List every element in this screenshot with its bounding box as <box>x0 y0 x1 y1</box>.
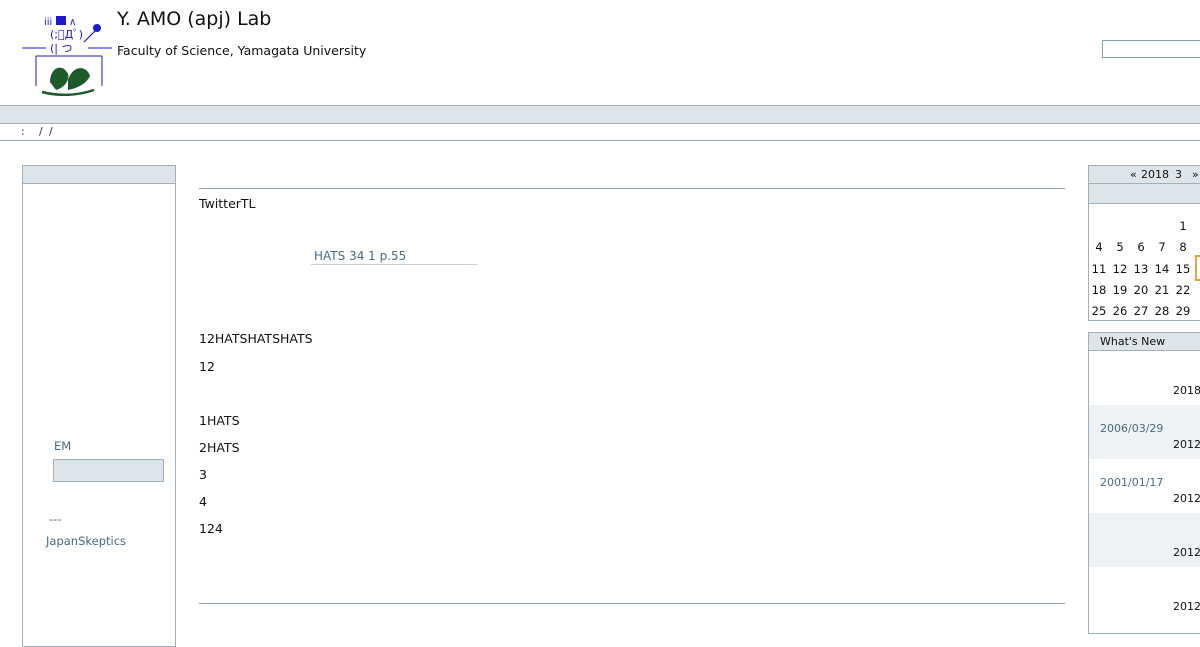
separator-text: --- <box>49 512 62 526</box>
content-top-rule <box>199 188 1065 189</box>
calendar-day[interactable]: 13 <box>1131 262 1151 276</box>
calendar-year: 2018 <box>1141 168 1169 181</box>
content-bottom-rule <box>199 603 1065 604</box>
logo-text-3: (;ﾟДﾟ) <box>50 28 83 41</box>
nav-bar <box>0 105 1200 124</box>
calendar-day[interactable]: 5 <box>1110 240 1130 254</box>
calendar-day[interactable]: 25 <box>1089 304 1109 318</box>
calendar-next-button[interactable]: » <box>1192 168 1199 181</box>
calendar-day[interactable]: 1 <box>1173 219 1193 233</box>
em-label[interactable]: EM <box>54 439 71 453</box>
calendar: « 2018 3 » 1 4 5 6 7 8 11 12 13 14 15 18 19 20 21 22 25 2… <box>1088 165 1200 321</box>
calendar-day[interactable]: 28 <box>1152 304 1172 318</box>
site-subtitle: Faculty of Science, Yamagata University <box>117 43 367 58</box>
citation-link[interactable]: HATS 34 1 p.55 <box>311 249 477 265</box>
breadcrumb-sep: / <box>49 125 53 138</box>
whats-new-year: 2018 <box>1173 384 1200 397</box>
calendar-day[interactable]: 15 <box>1173 262 1193 276</box>
calendar-today-marker <box>1195 255 1200 281</box>
calendar-header: « 2018 3 » <box>1089 166 1200 184</box>
whats-new-year: 2012 <box>1173 600 1200 613</box>
calendar-day[interactable]: 19 <box>1110 283 1130 297</box>
search-input[interactable] <box>1102 40 1200 58</box>
whats-new-title: What's New <box>1100 335 1166 348</box>
whats-new-item[interactable]: 2001/01/17 2012 <box>1089 459 1200 513</box>
content-list-item: 3 <box>199 467 207 482</box>
whats-new-item[interactable]: 2012 <box>1089 513 1200 567</box>
content-list-item: 1HATS <box>199 413 240 428</box>
content-line: TwitterTL <box>199 196 256 211</box>
content-list-item: 4 <box>199 494 207 509</box>
calendar-day[interactable]: 27 <box>1131 304 1151 318</box>
em-input[interactable] <box>53 459 164 482</box>
logo-text-1: iii <box>44 17 52 28</box>
whats-new-date[interactable]: 2006/03/29 <box>1100 422 1163 435</box>
whats-new-date[interactable]: 2001/01/17 <box>1100 476 1163 489</box>
site-logo[interactable]: iii ∧ (;ﾟДﾟ) (| つ <box>20 10 116 96</box>
calendar-day[interactable]: 22 <box>1173 283 1193 297</box>
content-list-item: 2HATS <box>199 440 240 455</box>
calendar-month: 3 <box>1175 168 1182 181</box>
content-paragraph: 12 <box>199 359 215 374</box>
calendar-day[interactable]: 8 <box>1173 240 1193 254</box>
logo-text-4: (| つ <box>50 42 73 55</box>
calendar-day[interactable]: 21 <box>1152 283 1172 297</box>
whats-new-year: 2012 <box>1173 438 1200 451</box>
whats-new-header: What's New <box>1089 333 1200 351</box>
calendar-day[interactable]: 18 <box>1089 283 1109 297</box>
calendar-day[interactable]: 20 <box>1131 283 1151 297</box>
calendar-weekday-row <box>1089 184 1200 204</box>
left-sidebar <box>22 165 176 647</box>
calendar-prev-button[interactable]: « <box>1130 168 1137 181</box>
breadcrumb: : / / <box>0 123 1200 141</box>
calendar-day[interactable]: 29 <box>1173 304 1193 318</box>
whats-new-item[interactable]: 2012 <box>1089 567 1200 621</box>
calendar-day[interactable]: 4 <box>1089 240 1109 254</box>
whats-new-panel: What's New 2018 2006/03/29 2012 2001/01/17 2… <box>1088 332 1200 634</box>
calendar-day[interactable]: 11 <box>1089 262 1109 276</box>
calendar-day[interactable]: 6 <box>1131 240 1151 254</box>
whats-new-item[interactable]: 2018 <box>1089 351 1200 405</box>
logo-text-2: ∧ <box>69 17 76 28</box>
calendar-day[interactable]: 26 <box>1110 304 1130 318</box>
calendar-day[interactable]: 12 <box>1110 262 1130 276</box>
calendar-day[interactable]: 14 <box>1152 262 1172 276</box>
logo-square <box>56 16 66 25</box>
content-paragraph: 12HATSHATSHATS <box>199 331 313 346</box>
calendar-day[interactable]: 7 <box>1152 240 1172 254</box>
breadcrumb-sep: / <box>39 125 43 138</box>
left-sidebar-header <box>23 166 175 184</box>
breadcrumb-colon: : <box>21 125 25 138</box>
site-title[interactable]: Y. AMO (apj) Lab <box>117 8 271 30</box>
content-list-item: 124 <box>199 521 223 536</box>
japanskeptics-link[interactable]: JapanSkeptics <box>46 534 126 548</box>
whats-new-year: 2012 <box>1173 546 1200 559</box>
whats-new-year: 2012 <box>1173 492 1200 505</box>
whats-new-item[interactable]: 2006/03/29 2012 <box>1089 405 1200 459</box>
